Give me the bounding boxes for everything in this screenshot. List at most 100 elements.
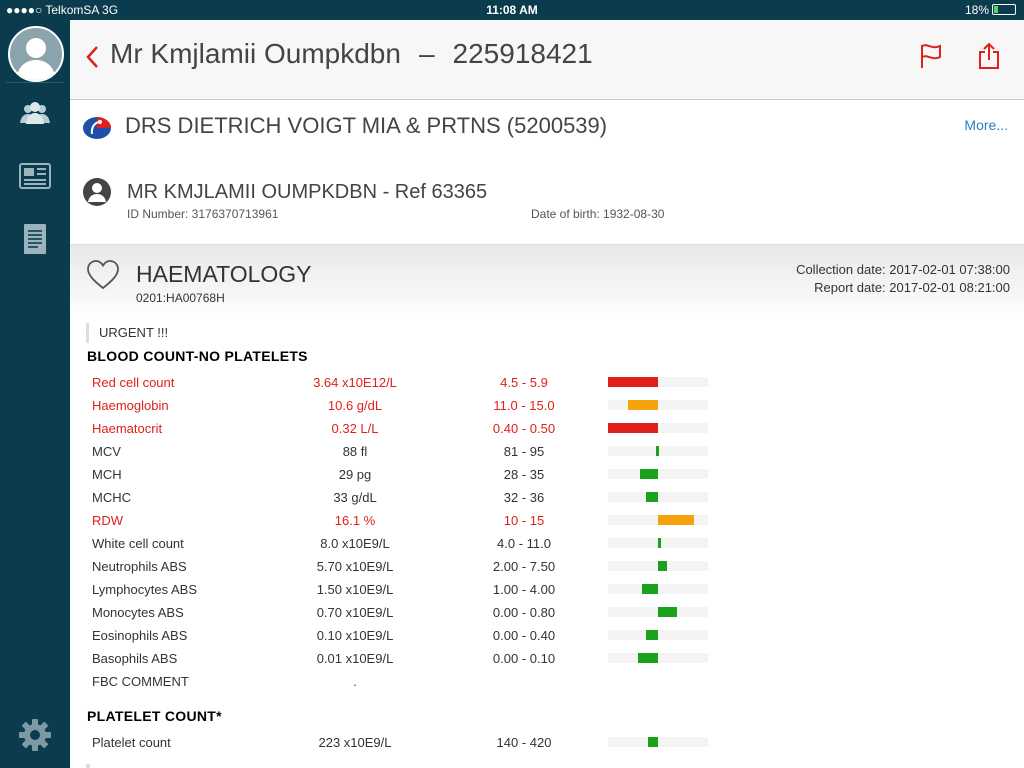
result-row[interactable]: MCH 29 pg 28 - 35 bbox=[70, 463, 1024, 486]
result-value: 1.50 x10E9/L bbox=[316, 582, 394, 597]
patient-name: MR KMJLAMII OUMPKDBN - Ref 63365 bbox=[127, 181, 488, 203]
share-icon[interactable] bbox=[976, 42, 1002, 70]
result-value: 0.70 x10E9/L bbox=[316, 605, 394, 620]
result-value: 8.0 x10E9/L bbox=[320, 536, 390, 551]
group-title-blood-count: BLOOD COUNT-NO PLATELETS bbox=[87, 348, 308, 364]
result-test-name: Eosinophils ABS bbox=[92, 628, 188, 643]
result-range-fill bbox=[646, 492, 658, 502]
sidebar-divider bbox=[6, 82, 64, 83]
result-range-fill bbox=[658, 515, 694, 525]
result-row[interactable]: Haematocrit 0.32 L/L 0.40 - 0.50 bbox=[70, 417, 1024, 440]
result-range-bar bbox=[608, 737, 708, 747]
result-row[interactable]: Basophils ABS 0.01 x10E9/L 0.00 - 0.10 bbox=[70, 647, 1024, 670]
result-row[interactable]: Monocytes ABS 0.70 x10E9/L 0.00 - 0.80 bbox=[70, 601, 1024, 624]
result-range-fill bbox=[638, 653, 658, 663]
result-reference-range: 1.00 - 4.00 bbox=[492, 582, 556, 597]
battery-percent: 18% bbox=[964, 3, 989, 17]
result-test-name: Monocytes ABS bbox=[92, 605, 184, 620]
result-value: 5.70 x10E9/L bbox=[316, 559, 394, 574]
patient-person-icon bbox=[82, 177, 112, 207]
result-reference-range: 0.00 - 0.40 bbox=[492, 628, 556, 643]
result-range-bar bbox=[608, 538, 708, 548]
result-value: 16.1 % bbox=[334, 513, 376, 528]
result-test-name: MCH bbox=[92, 467, 122, 482]
result-test-name: FBC COMMENT bbox=[92, 674, 189, 689]
result-range-bar bbox=[608, 377, 708, 387]
result-range-fill bbox=[628, 400, 658, 410]
report-section-header: HAEMATOLOGY 0201:HA00768H Collection dat… bbox=[70, 245, 1024, 320]
result-value: 10.6 g/dL bbox=[327, 398, 383, 413]
result-row[interactable]: Eosinophils ABS 0.10 x10E9/L 0.00 - 0.40 bbox=[70, 624, 1024, 647]
header-account-number: 225918421 bbox=[452, 38, 593, 69]
notes-icon[interactable] bbox=[17, 220, 53, 256]
practice-name: DRS DIETRICH VOIGT MIA & PRTNS (5200539) bbox=[125, 113, 608, 138]
more-link[interactable]: More... bbox=[964, 117, 1008, 133]
result-range-bar bbox=[608, 630, 708, 640]
report-date: Report date: 2017-02-01 08:21:00 bbox=[814, 280, 1010, 295]
result-test-name: Haematocrit bbox=[92, 421, 163, 436]
result-row[interactable]: Haemoglobin 10.6 g/dL 11.0 - 15.0 bbox=[70, 394, 1024, 417]
result-row[interactable]: Neutrophils ABS 5.70 x10E9/L 2.00 - 7.50 bbox=[70, 555, 1024, 578]
result-row[interactable]: FBC COMMENT. bbox=[70, 670, 1024, 693]
report-dates: Collection date: 2017-02-01 07:38:00 Rep… bbox=[796, 261, 1010, 297]
result-row[interactable]: MCV 88 fl 81 - 95 bbox=[70, 440, 1024, 463]
result-test-name: Red cell count bbox=[92, 375, 175, 390]
result-value: 223 x10E9/L bbox=[318, 735, 392, 750]
collection-date: Collection date: 2017-02-01 07:38:00 bbox=[796, 262, 1010, 277]
user-silhouette-icon bbox=[16, 38, 56, 80]
result-row[interactable]: MCHC 33 g/dL 32 - 36 bbox=[70, 486, 1024, 509]
patient-id-number: ID Number: 3176370713961 bbox=[127, 207, 279, 221]
result-test-name: Neutrophils ABS bbox=[92, 559, 187, 574]
result-range-bar bbox=[608, 400, 708, 410]
group-title-platelet-count: PLATELET COUNT* bbox=[87, 708, 222, 724]
result-row[interactable]: Red cell count 3.64 x10E12/L 4.5 - 5.9 bbox=[70, 371, 1024, 394]
patient-row: MR KMJLAMII OUMPKDBN - Ref 63365 ID Numb… bbox=[70, 155, 1024, 245]
result-range-fill bbox=[646, 630, 658, 640]
result-range-fill bbox=[608, 423, 658, 433]
result-range-bar bbox=[608, 446, 708, 456]
sidebar bbox=[0, 20, 70, 768]
page-title: Mr Kmjlamii Oumpkdbn –225918421 bbox=[110, 38, 593, 70]
result-reference-range: 4.0 - 11.0 bbox=[497, 536, 551, 551]
result-value: 0.10 x10E9/L bbox=[316, 628, 394, 643]
result-row[interactable]: White cell count 8.0 x10E9/L 4.0 - 11.0 bbox=[70, 532, 1024, 555]
result-value: 3.64 x10E12/L bbox=[313, 375, 397, 390]
report-title: HAEMATOLOGY bbox=[136, 261, 312, 287]
result-row[interactable]: Platelet count 223 x10E9/L 140 - 420 bbox=[70, 731, 1024, 754]
result-range-fill bbox=[640, 469, 658, 479]
result-row[interactable]: Lymphocytes ABS 1.50 x10E9/L 1.00 - 4.00 bbox=[70, 578, 1024, 601]
result-range-bar bbox=[608, 653, 708, 663]
result-row[interactable]: RDW 16.1 % 10 - 15 bbox=[70, 509, 1024, 532]
result-reference-range: 4.5 - 5.9 bbox=[500, 375, 548, 390]
back-chevron-icon[interactable] bbox=[82, 42, 104, 72]
result-test-name: MCHC bbox=[92, 490, 131, 505]
result-range-fill bbox=[656, 446, 659, 456]
result-value: 0.01 x10E9/L bbox=[316, 651, 394, 666]
result-value: 29 pg bbox=[338, 467, 372, 482]
practice-logo-icon bbox=[82, 114, 112, 140]
result-reference-range: 32 - 36 bbox=[503, 490, 545, 505]
patients-icon[interactable] bbox=[17, 95, 53, 131]
result-range-fill bbox=[642, 584, 658, 594]
result-test-name: White cell count bbox=[92, 536, 184, 551]
result-reference-range: 10 - 15 bbox=[503, 513, 545, 528]
result-test-name: Basophils ABS bbox=[92, 651, 178, 666]
result-value: . bbox=[353, 674, 357, 689]
battery-icon bbox=[992, 4, 1016, 15]
result-range-bar bbox=[608, 492, 708, 502]
result-reference-range: 11.0 - 15.0 bbox=[493, 398, 555, 413]
status-bar: ●●●●○ TelkomSA 3G 11:08 AM 18% bbox=[0, 0, 1024, 20]
result-reference-range: 28 - 35 bbox=[503, 467, 545, 482]
news-icon[interactable] bbox=[17, 158, 53, 194]
result-test-name: MCV bbox=[92, 444, 121, 459]
settings-gear-icon[interactable] bbox=[17, 717, 53, 753]
result-range-fill bbox=[648, 737, 658, 747]
flag-icon[interactable] bbox=[918, 42, 944, 70]
result-range-fill bbox=[658, 538, 661, 548]
result-reference-range: 0.00 - 0.80 bbox=[492, 605, 556, 620]
result-reference-range: 0.40 - 0.50 bbox=[492, 421, 556, 436]
header-separator: – bbox=[418, 38, 435, 69]
user-avatar[interactable] bbox=[8, 26, 64, 82]
result-test-name: Haemoglobin bbox=[92, 398, 169, 413]
clock: 11:08 AM bbox=[486, 3, 538, 17]
